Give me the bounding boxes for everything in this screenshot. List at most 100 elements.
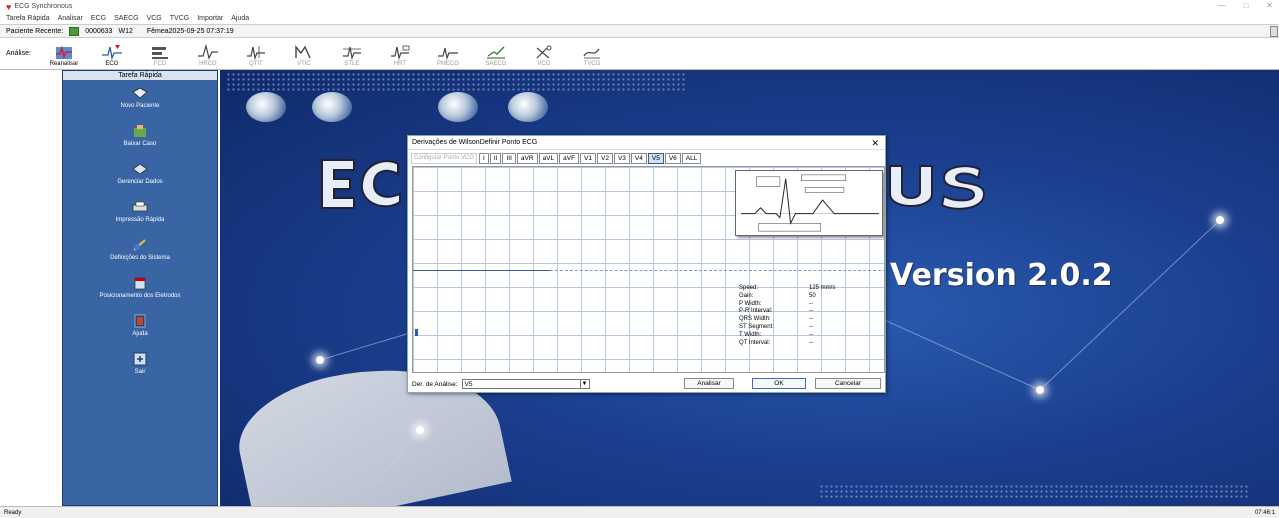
sidebar-item-definicoes-sistema[interactable]: Definições do Sistema — [63, 232, 217, 270]
new-patient-icon — [132, 87, 148, 99]
measurement-row: P-R Interval: -- — [739, 308, 835, 316]
measurement-key: ST Segment: — [739, 323, 774, 330]
saecg-tool-button[interactable]: SAECG — [475, 39, 517, 69]
sidebar-item-ajuda[interactable]: Ajuda — [63, 308, 217, 346]
sidebar-item-posicionamento-eletrodos[interactable]: Posicionamento dos Eletrodos — [63, 270, 217, 308]
sidebar-item-label: Novo Paciente — [120, 103, 160, 109]
measurement-row: QRS Width: -- — [739, 316, 835, 324]
lead-button-avf[interactable]: aVF — [559, 152, 580, 164]
ecg-tool-button[interactable]: ECG — [91, 39, 133, 69]
sidebar-item-baixar-caso[interactable]: Baixar Caso — [63, 118, 217, 156]
measurement-key: P Width: — [739, 300, 762, 307]
menu-saecg[interactable]: SAECG — [114, 15, 139, 22]
maximize-button[interactable]: □ — [1243, 1, 1248, 10]
recent-patient-label: Paciente Recente: — [6, 27, 64, 35]
vcg-tool-label: VCG — [537, 60, 551, 67]
measurement-value: -- — [809, 300, 813, 307]
tvcg-tool-label: TVCG — [583, 60, 601, 67]
lead-button-i[interactable]: I — [479, 152, 489, 164]
printer-icon — [132, 201, 148, 212]
sidebar-item-novo-paciente[interactable]: Novo Paciente — [63, 80, 217, 118]
dialog-close-icon[interactable]: ✕ — [871, 138, 879, 149]
measurement-key: T Width: — [739, 331, 762, 338]
manage-data-icon — [132, 163, 148, 175]
configure-vcg-point-button[interactable]: Configurar Ponto VCG — [411, 152, 478, 164]
menu-tarefa-rapida[interactable]: Tarefa Rápida — [6, 15, 50, 22]
sidebar-item-impressao-rapida[interactable]: Impressão Rápida — [63, 194, 217, 232]
patient-scroll-button[interactable] — [1270, 26, 1278, 37]
patient-sex-date[interactable]: Fêmea2025-09-25 07:37:19 — [147, 28, 234, 35]
minimize-button[interactable]: — — [1217, 1, 1225, 10]
app-heart-icon: ♥ — [6, 1, 12, 12]
pmecg-tool-button[interactable]: PMECG — [427, 39, 469, 69]
lead-button-v4[interactable]: V4 — [630, 152, 647, 164]
sidebar-item-label: Baixar Caso — [123, 141, 157, 147]
lead-button-v3[interactable]: V3 — [613, 152, 630, 164]
hrt-tool-button[interactable]: HRT — [379, 39, 421, 69]
hrcg-tool-button[interactable]: HRCG — [187, 39, 229, 69]
ecg-intervals-reference-diagram — [735, 170, 883, 236]
lead-button-iii[interactable]: III — [502, 152, 516, 164]
ok-button[interactable]: OK — [752, 378, 806, 389]
reanalyze-button[interactable]: Reanalisar — [43, 39, 85, 69]
analysis-lead-select[interactable]: V5 ▼ — [461, 379, 590, 389]
analyze-button[interactable]: Analisar — [684, 378, 734, 389]
menu-ecg[interactable]: ECG — [91, 15, 106, 22]
status-bar: Ready 07:46:1 — [0, 506, 1279, 518]
measurement-row: Speed: 125 mm/s — [739, 285, 835, 293]
help-book-icon — [134, 314, 146, 328]
stle-icon — [342, 46, 361, 60]
lead-button-avl[interactable]: aVL — [538, 152, 559, 164]
measurement-key: Speed: — [739, 285, 759, 291]
window-controls: — □ ✕ — [1217, 1, 1273, 10]
qtit-tool-label: QTIT — [249, 60, 263, 67]
close-window-button[interactable]: ✕ — [1266, 1, 1273, 10]
qtit-tool-button[interactable]: QTIT — [235, 39, 277, 69]
measurements-panel: Speed: 125 mm/s Gain: 50 P Width: -- P-R In… — [739, 285, 835, 347]
app-title: ECG Synchronous — [14, 3, 73, 10]
patient-id[interactable]: 0000633 — [85, 28, 112, 35]
lead-button-v2[interactable]: V2 — [597, 152, 613, 164]
menu-importar[interactable]: Importar — [197, 15, 223, 22]
stle-tool-label: STLE — [344, 60, 360, 67]
status-text: Ready — [4, 509, 22, 516]
ecg-tool-label: ECG — [105, 60, 119, 67]
menu-tvcg[interactable]: TVCG — [170, 15, 189, 22]
hrt-icon — [390, 45, 410, 60]
fcd-tool-button[interactable]: FCD — [139, 39, 181, 69]
chevron-down-icon[interactable]: ▼ — [579, 380, 589, 388]
lead-selector-bar: Configurar Ponto VCG I II III aVR aVL aV… — [411, 152, 702, 164]
lead-button-v1[interactable]: V1 — [580, 152, 596, 164]
calibration-marker[interactable] — [415, 329, 418, 336]
sidebar-item-gerenciar-dados[interactable]: Gerenciar Dados — [63, 156, 217, 194]
reanalyze-icon — [55, 44, 72, 59]
menu-ajuda[interactable]: Ajuda — [231, 15, 249, 22]
lead-button-avr[interactable]: aVR — [516, 152, 538, 164]
wilson-leads-dialog: Derivações de WilsonDefinir Ponto ECG ✕ … — [407, 135, 886, 393]
menu-vcg[interactable]: VCG — [147, 15, 162, 22]
tvcg-tool-button[interactable]: TVCG — [571, 39, 613, 69]
electrode-position-icon — [134, 277, 146, 290]
lead-button-all[interactable]: ALL — [681, 152, 702, 164]
exit-icon — [133, 352, 147, 366]
sidebar-item-label: Sair — [134, 369, 146, 375]
patient-record-icon[interactable] — [69, 26, 80, 36]
measurement-row: ST Segment: -- — [739, 324, 835, 332]
tvcg-icon — [583, 48, 600, 58]
hrcg-icon — [197, 43, 218, 60]
glow-dot — [316, 356, 324, 364]
vcg-tool-button[interactable]: VCG — [523, 39, 565, 69]
menu-analisar[interactable]: Analisar — [58, 15, 83, 22]
sidebar-item-label: Posicionamento dos Eletrodos — [99, 293, 181, 299]
lead-button-v5[interactable]: V5 — [647, 152, 664, 164]
vtic-tool-button[interactable]: VTIC — [283, 39, 325, 69]
measurement-value: -- — [809, 323, 813, 330]
download-case-icon — [134, 125, 146, 137]
ecg-grid-canvas[interactable]: Speed: 125 mm/s Gain: 50 P Width: -- P-R In… — [412, 166, 885, 373]
cancel-button[interactable]: Cancelar — [815, 378, 881, 389]
lead-button-ii[interactable]: II — [489, 152, 502, 164]
sidebar-item-sair[interactable]: Sair — [63, 346, 217, 384]
lead-button-v6[interactable]: V6 — [664, 152, 681, 164]
patient-code[interactable]: W12 — [118, 28, 132, 35]
stle-tool-button[interactable]: STLE — [331, 39, 373, 69]
